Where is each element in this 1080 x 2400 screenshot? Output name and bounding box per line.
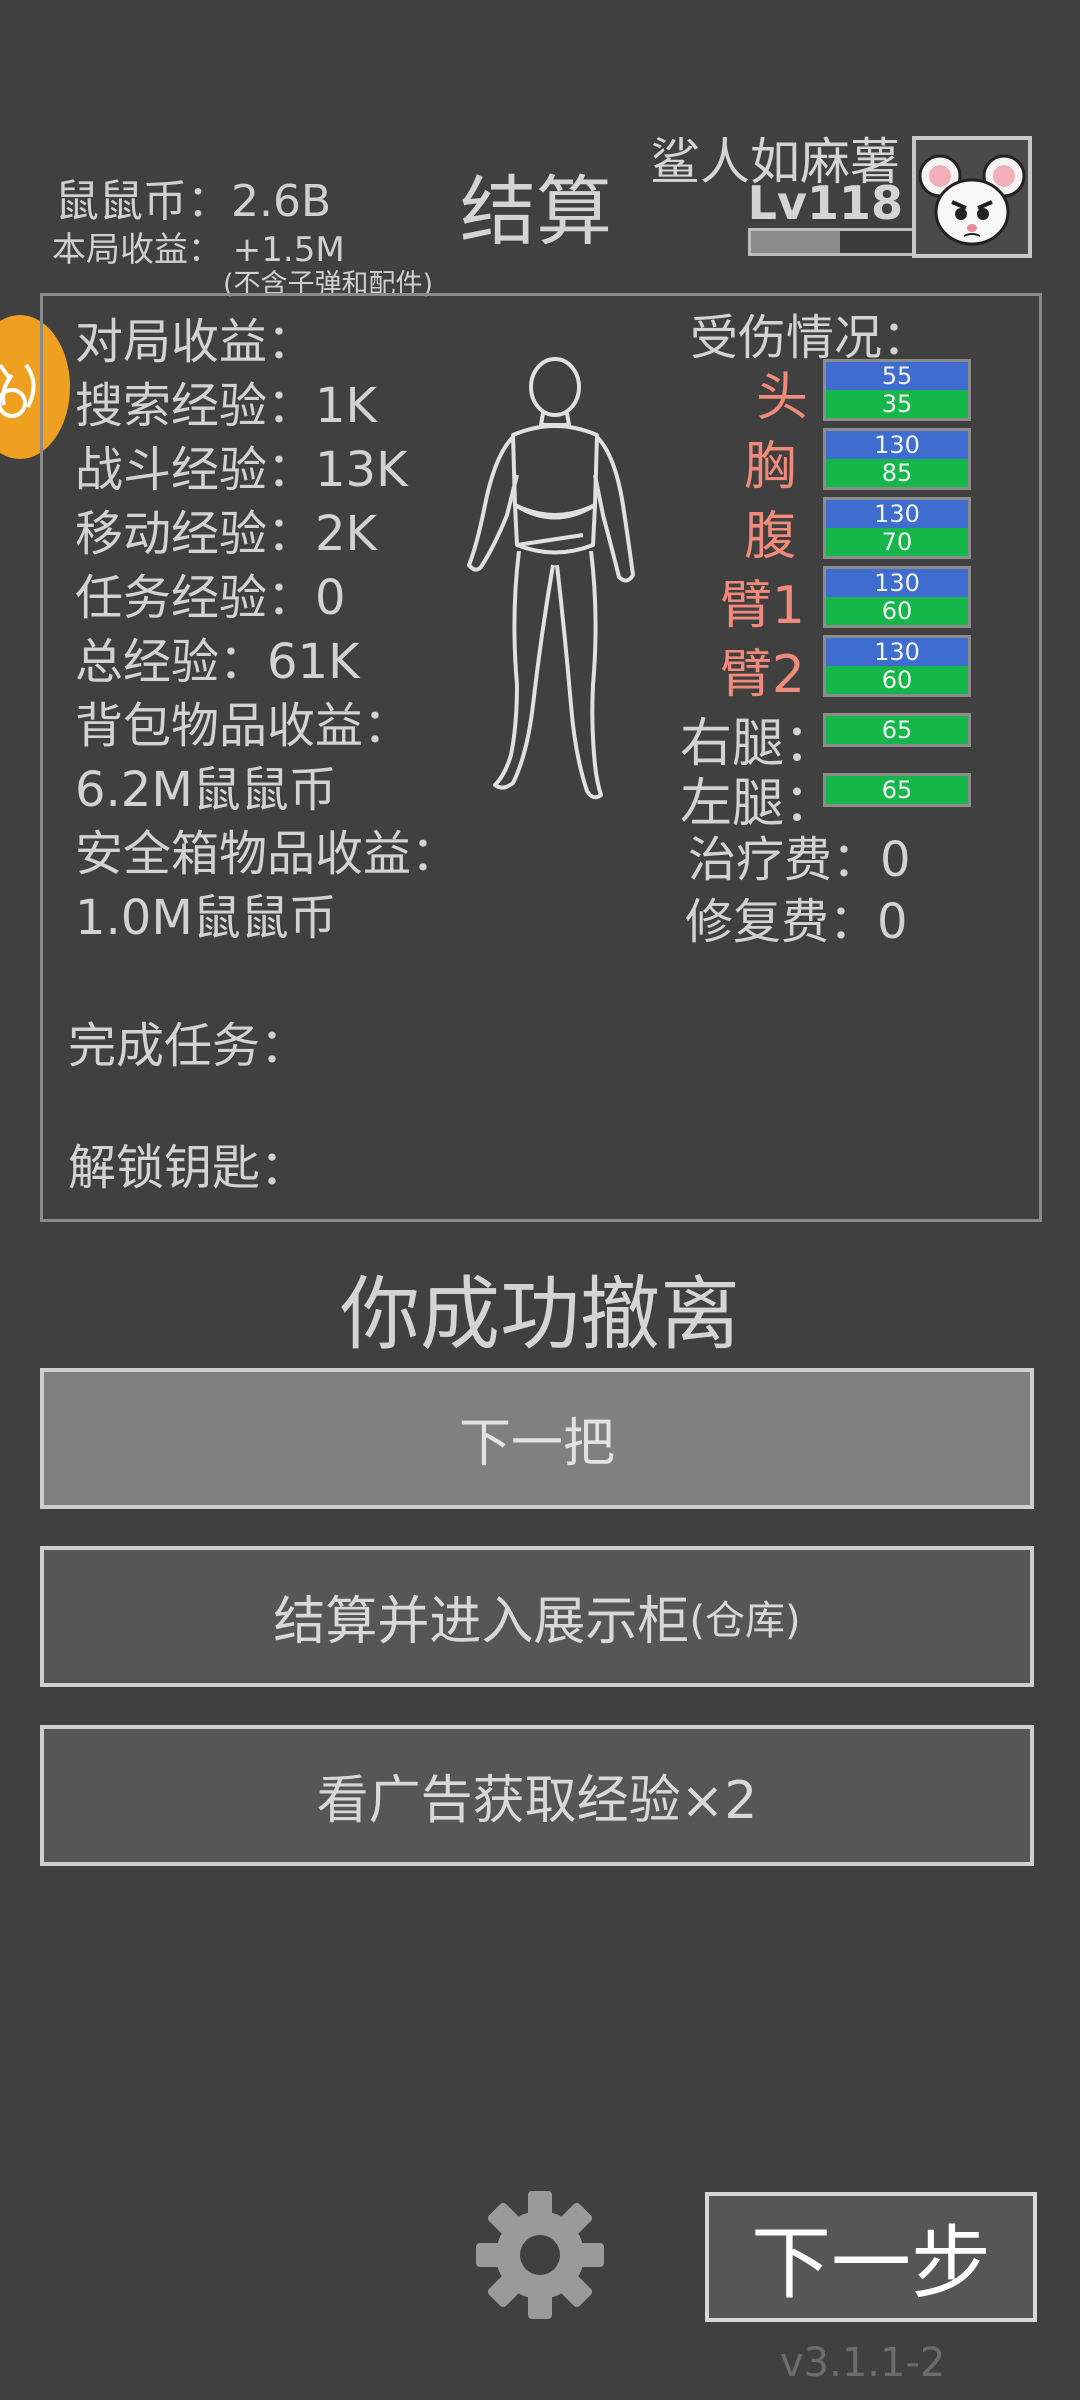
settle-showcase-sublabel: (仓库) — [689, 1597, 801, 1644]
keys-unlocked-label: 解锁钥匙： — [68, 1140, 309, 1196]
xp-progress-fill — [751, 231, 841, 253]
health-bar-left-leg: 65 — [823, 773, 971, 807]
health-bar-chest: 130 85 — [823, 428, 971, 490]
safe-income-label: 安全箱物品收益： — [75, 826, 460, 882]
max-hp-chest: 130 — [826, 431, 968, 459]
repair-fee: 修复费：0 — [685, 894, 908, 950]
settle-showcase-label: 结算并进入展示柜 — [273, 1592, 690, 1652]
coin-balance: 鼠鼠币：2.6B — [55, 176, 332, 227]
current-hp-left-leg: 65 — [826, 776, 968, 804]
health-bar-abdomen: 130 70 — [823, 497, 971, 559]
match-income-label: 对局收益： — [75, 314, 316, 370]
body-silhouette-icon — [467, 357, 635, 800]
player-level: Lv118 — [747, 176, 903, 230]
bag-income-label: 背包物品收益： — [75, 698, 412, 754]
search-exp: 搜索经验：1K — [75, 378, 378, 434]
health-bar-arm2: 130 60 — [823, 635, 971, 697]
page-title: 结算 — [460, 167, 612, 256]
bag-income-value: 6.2M鼠鼠币 — [75, 762, 337, 818]
next-step-button[interactable]: 下一步 — [705, 2192, 1037, 2322]
xp-progress-bar — [748, 228, 916, 256]
move-exp: 移动经验：2K — [75, 506, 378, 562]
heal-fee: 治疗费：0 — [688, 832, 911, 888]
max-hp-head: 55 — [826, 362, 968, 390]
health-bar-right-leg: 65 — [823, 713, 971, 747]
max-hp-abdomen: 130 — [826, 500, 968, 528]
settings-gear-icon — [476, 2191, 604, 2319]
next-round-button[interactable]: 下一把 — [40, 1368, 1034, 1509]
extraction-result: 你成功撤离 — [340, 1268, 740, 1361]
part-label-arm2: 臂2 — [719, 645, 805, 705]
max-hp-arm1: 130 — [826, 569, 968, 597]
current-hp-head: 35 — [826, 390, 968, 418]
settle-showcase-button[interactable]: 结算并进入展示柜 (仓库) — [40, 1546, 1034, 1687]
part-label-abdomen: 腹 — [743, 507, 796, 567]
health-bar-arm1: 130 60 — [823, 566, 971, 628]
avatar[interactable] — [912, 136, 1032, 258]
version-label: v3.1.1-2 — [780, 2340, 946, 2386]
watch-ad-label: 看广告获取经验×2 — [316, 1771, 758, 1831]
current-hp-abdomen: 70 — [826, 528, 968, 556]
combat-exp: 战斗经验：13K — [75, 442, 408, 498]
safe-income-value: 1.0M鼠鼠币 — [75, 890, 337, 946]
total-exp: 总经验：61K — [75, 634, 360, 690]
current-hp-arm2: 60 — [826, 666, 968, 694]
current-hp-arm1: 60 — [826, 597, 968, 625]
next-round-label: 下一把 — [458, 1414, 615, 1474]
watch-ad-button[interactable]: 看广告获取经验×2 — [40, 1725, 1034, 1866]
max-hp-arm2: 130 — [826, 638, 968, 666]
settings-button[interactable] — [475, 2190, 605, 2320]
mouse-avatar-icon — [918, 154, 1026, 246]
next-step-label: 下一步 — [751, 2217, 991, 2310]
part-label-head: 头 — [755, 368, 808, 428]
task-exp: 任务经验：0 — [75, 570, 346, 626]
part-label-chest: 胸 — [743, 437, 796, 497]
current-hp-right-leg: 65 — [826, 716, 968, 744]
health-bar-head: 55 35 — [823, 359, 971, 421]
part-label-arm1: 臂1 — [719, 576, 805, 636]
tasks-done-label: 完成任务： — [68, 1018, 309, 1074]
current-hp-chest: 85 — [826, 459, 968, 487]
